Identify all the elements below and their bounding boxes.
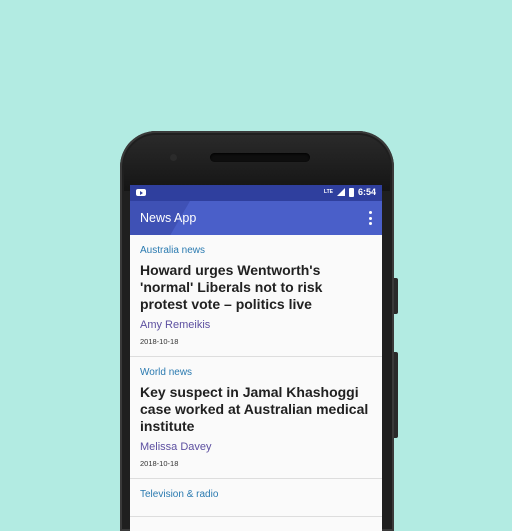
front-camera xyxy=(170,154,177,161)
signal-icon xyxy=(336,188,345,196)
phone-frame: LTE 6:54 News App Australia news Howard … xyxy=(120,131,394,531)
article-headline: Key suspect in Jamal Khashoggi case work… xyxy=(140,384,369,434)
earpiece-speaker xyxy=(210,153,310,162)
app-bar: News App xyxy=(130,201,382,235)
article-section: Television & radio xyxy=(140,489,219,500)
article-author: Melissa Davey xyxy=(140,441,212,453)
article-date: 2018-10-18 xyxy=(140,337,179,346)
volume-button xyxy=(394,352,398,438)
article-card[interactable]: Television & radio xyxy=(130,479,382,517)
overflow-menu-icon[interactable] xyxy=(368,211,372,225)
article-section: Australia news xyxy=(140,245,206,256)
article-card[interactable]: World news Key suspect in Jamal Khashogg… xyxy=(130,357,382,479)
article-date: 2018-10-18 xyxy=(140,459,179,468)
youtube-notification-icon xyxy=(136,189,146,196)
phone-screen: LTE 6:54 News App Australia news Howard … xyxy=(130,185,382,531)
battery-icon xyxy=(348,187,354,197)
article-author: Amy Remeikis xyxy=(140,319,211,331)
article-headline: Howard urges Wentworth's 'normal' Libera… xyxy=(140,262,323,312)
status-bar: LTE 6:54 xyxy=(130,185,382,201)
article-card[interactable]: Australia news Howard urges Wentworth's … xyxy=(130,235,382,357)
article-section: World news xyxy=(140,367,193,378)
phone-bezel xyxy=(124,135,390,191)
power-button xyxy=(394,278,398,314)
status-icons: LTE 6:54 xyxy=(324,187,376,197)
app-title: News App xyxy=(140,211,197,225)
lte-label: LTE xyxy=(323,188,333,195)
article-list: Australia news Howard urges Wentworth's … xyxy=(130,235,382,517)
status-time: 6:54 xyxy=(357,187,376,197)
